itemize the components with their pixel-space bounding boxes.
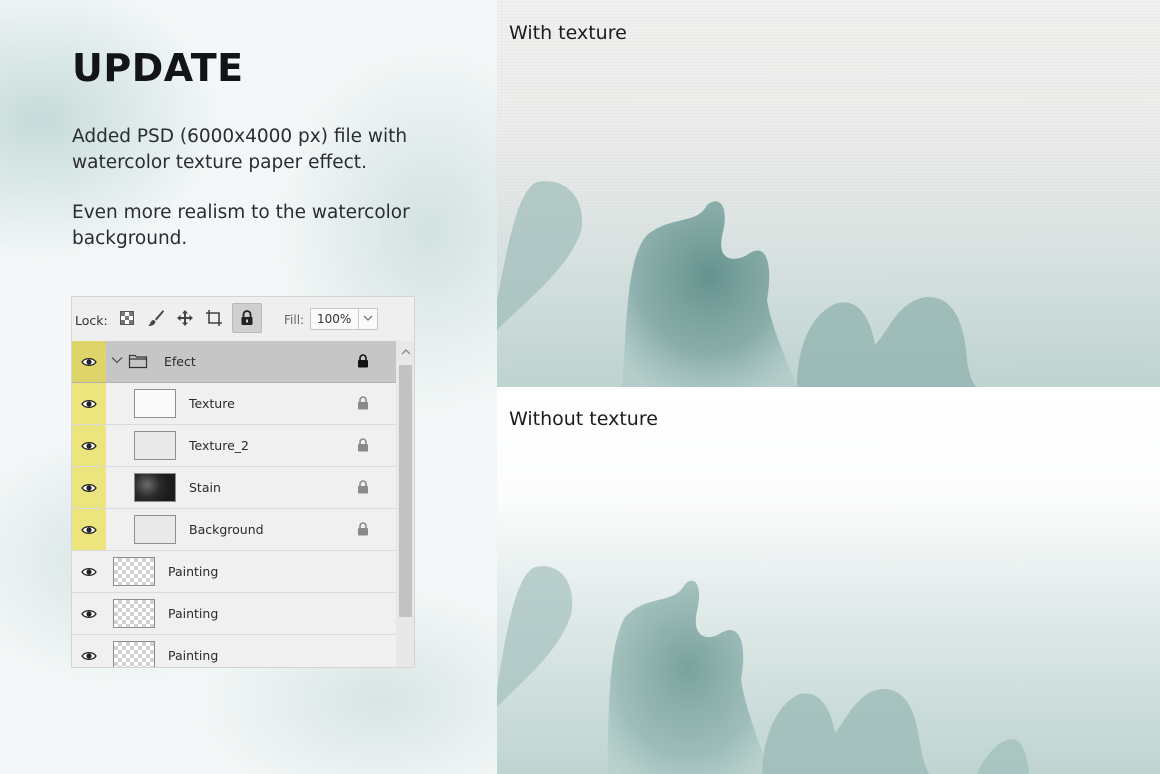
layer-name: Painting	[168, 606, 219, 621]
layer-name: Texture_2	[189, 438, 249, 453]
without-texture-preview: Without texture	[497, 389, 1160, 774]
layer-name: Background	[189, 522, 264, 537]
watercolor-stain-smooth	[497, 499, 1160, 774]
layer-thumbnail	[134, 431, 176, 460]
lock-all-icon[interactable]	[232, 303, 262, 333]
layer-name: Texture	[189, 396, 235, 411]
lock-image-pixels-icon[interactable]	[145, 307, 167, 329]
fill-separator	[358, 309, 359, 329]
layer-row-painting[interactable]: Painting	[72, 551, 396, 593]
with-texture-label: With texture	[509, 22, 627, 44]
lock-icon	[357, 480, 369, 497]
lock-transparent-pixels-icon[interactable]	[116, 307, 138, 329]
layer-thumbnail	[134, 389, 176, 418]
layer-name: Painting	[168, 648, 219, 663]
chevron-up-icon[interactable]	[400, 345, 412, 360]
layer-row-texture[interactable]: Texture	[72, 383, 396, 425]
layer-thumbnail	[134, 473, 176, 502]
lock-icon	[357, 522, 369, 539]
eye-icon[interactable]	[72, 509, 106, 550]
chevron-down-icon[interactable]	[362, 312, 374, 327]
lock-toolbar: Lock: Fill: 100%	[72, 297, 414, 342]
eye-icon[interactable]	[72, 593, 106, 634]
lock-icon	[357, 354, 369, 371]
layer-row-background[interactable]: Background	[72, 509, 396, 551]
layer-thumbnail	[113, 641, 155, 667]
layers-list: Efect Texture Texture_2 Stain Background…	[72, 341, 396, 667]
lock-position-icon[interactable]	[174, 307, 196, 329]
layer-thumbnail	[113, 599, 155, 628]
layer-name: Stain	[189, 480, 221, 495]
eye-icon[interactable]	[72, 341, 106, 382]
folder-icon	[128, 353, 148, 372]
layer-group-name: Efect	[164, 354, 196, 369]
layer-row-painting[interactable]: Painting	[72, 635, 396, 667]
layer-group-efect[interactable]: Efect	[72, 341, 396, 383]
lock-icon	[357, 396, 369, 413]
without-texture-label: Without texture	[509, 408, 658, 430]
layers-scrollbar[interactable]	[396, 341, 414, 667]
layer-row-stain[interactable]: Stain	[72, 467, 396, 509]
layer-row-texture-2[interactable]: Texture_2	[72, 425, 396, 467]
eye-icon[interactable]	[72, 383, 106, 424]
lock-artboard-icon[interactable]	[203, 307, 225, 329]
fill-label: Fill:	[284, 313, 305, 327]
eye-icon[interactable]	[72, 551, 106, 592]
eye-icon[interactable]	[72, 467, 106, 508]
page-title: UPDATE	[72, 46, 244, 90]
layer-thumbnail	[134, 515, 176, 544]
scrollbar-thumb[interactable]	[399, 365, 412, 617]
layer-thumbnail	[113, 557, 155, 586]
eye-icon[interactable]	[72, 635, 106, 667]
eye-icon[interactable]	[72, 425, 106, 466]
with-texture-preview: With texture	[497, 0, 1160, 387]
layers-panel: Lock: Fill: 100% Efect Texture Texture_2…	[71, 296, 415, 668]
chevron-down-icon[interactable]	[110, 353, 124, 370]
update-description-2: Even more realism to the watercolor back…	[72, 202, 410, 249]
watercolor-stain-textured	[497, 120, 1160, 387]
update-description-1: Added PSD (6000x4000 px) file with water…	[72, 126, 408, 173]
fill-value: 100%	[317, 312, 352, 326]
lock-label: Lock:	[75, 313, 108, 328]
fill-input[interactable]: 100%	[310, 308, 378, 330]
layer-name: Painting	[168, 564, 219, 579]
layer-row-painting[interactable]: Painting	[72, 593, 396, 635]
lock-icon	[357, 438, 369, 455]
